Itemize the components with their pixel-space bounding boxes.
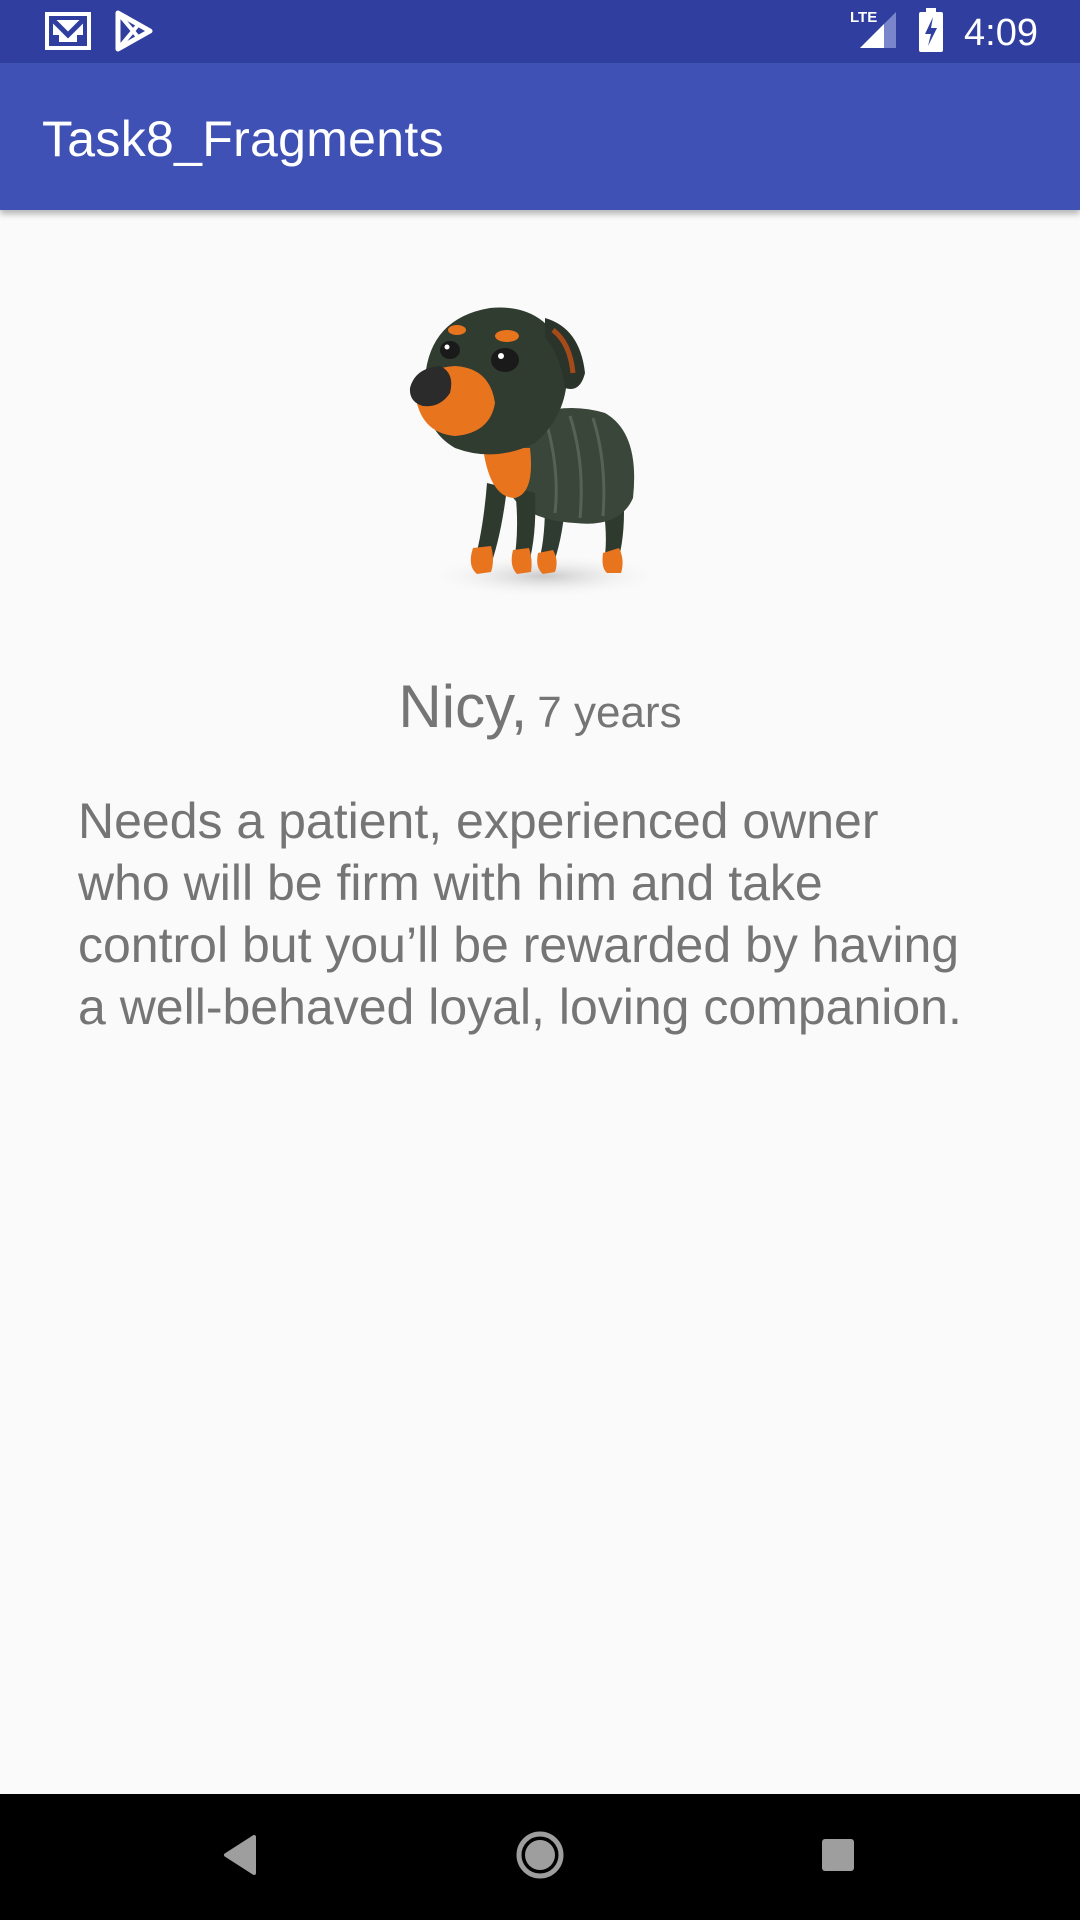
recents-button[interactable] xyxy=(798,1822,878,1892)
lte-signal-icon: LTE xyxy=(850,8,898,57)
pet-name-age: Nicy, 7 years xyxy=(0,672,1080,741)
play-store-icon xyxy=(114,10,154,57)
gmail-icon xyxy=(44,11,92,56)
battery-charging-icon xyxy=(918,8,944,57)
app-title: Task8_Fragments xyxy=(42,111,444,167)
home-icon xyxy=(514,1829,566,1886)
pet-detail-fragment: Nicy, 7 years Needs a patient, experience… xyxy=(0,210,1080,1794)
status-time: 4:09 xyxy=(964,11,1038,54)
screen: LTE 4:09 Task8_Fragments Nicy, 7 years N… xyxy=(0,0,1080,1920)
back-button[interactable] xyxy=(200,1822,280,1892)
pet-description: Needs a patient, experienced owner who w… xyxy=(78,793,962,1035)
status-right-icons: LTE 4:09 xyxy=(850,8,1038,57)
home-button[interactable] xyxy=(500,1822,580,1892)
status-bar: LTE 4:09 xyxy=(0,0,1080,63)
back-icon xyxy=(220,1833,260,1882)
pet-age: 7 years xyxy=(537,688,682,737)
status-left-icons xyxy=(44,10,154,57)
app-bar: Task8_Fragments xyxy=(0,63,1080,210)
navigation-bar xyxy=(0,1794,1080,1920)
pet-name: Nicy, xyxy=(398,673,528,740)
svg-text:LTE: LTE xyxy=(850,9,877,26)
recents-icon xyxy=(819,1836,857,1879)
dog-photo xyxy=(395,298,685,608)
